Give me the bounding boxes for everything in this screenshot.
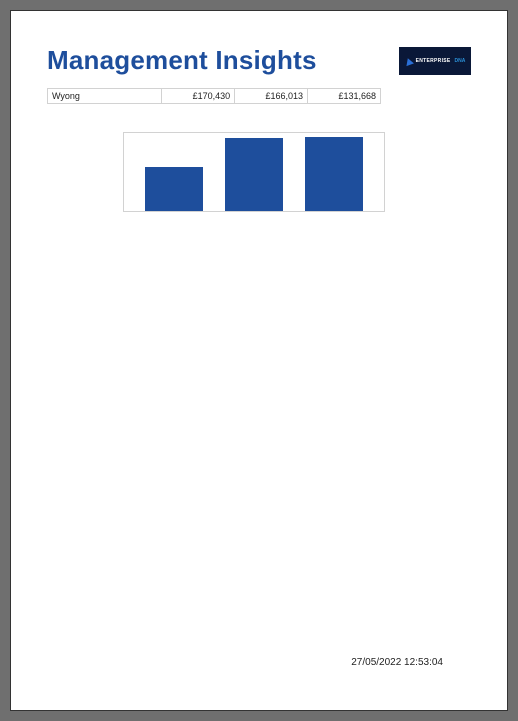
brand-logo: ENTERPRISE DNA <box>399 47 471 75</box>
bar-1 <box>145 167 203 211</box>
cell-value: £166,013 <box>235 89 308 104</box>
page-title: Management Insights <box>47 45 317 76</box>
table-row: Wyong £170,430 £166,013 £131,668 <box>48 89 381 104</box>
header: Management Insights ENTERPRISE DNA <box>47 45 471 76</box>
logo-subtext: DNA <box>455 58 466 64</box>
report-page: Management Insights ENTERPRISE DNA Wyong… <box>10 10 508 711</box>
summary-table: Wyong £170,430 £166,013 £131,668 <box>47 88 381 104</box>
bar-2 <box>225 138 283 211</box>
logo-icon <box>404 56 414 65</box>
footer-timestamp: 27/05/2022 12:53:04 <box>351 657 443 668</box>
logo-text: ENTERPRISE <box>416 58 451 64</box>
cell-value: £131,668 <box>308 89 381 104</box>
row-label: Wyong <box>48 89 162 104</box>
cell-value: £170,430 <box>162 89 235 104</box>
bar-3 <box>305 137 363 211</box>
bar-chart <box>123 132 385 212</box>
